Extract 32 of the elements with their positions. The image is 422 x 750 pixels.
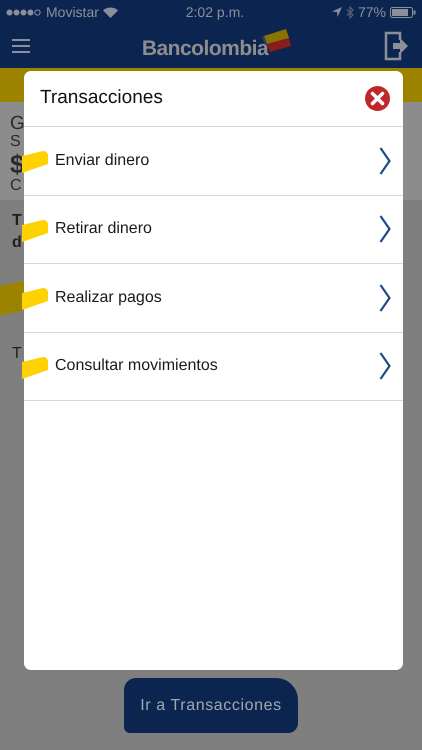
transaction-option[interactable]: Consultar movimientos bbox=[24, 332, 403, 401]
chevron-right-icon bbox=[379, 215, 391, 244]
transaction-option[interactable]: Enviar dinero bbox=[24, 127, 403, 196]
tag-icon bbox=[22, 288, 48, 310]
go-to-transactions-button[interactable]: Ir a Transacciones bbox=[124, 678, 298, 733]
battery-icon bbox=[390, 6, 416, 18]
close-button[interactable] bbox=[365, 86, 390, 111]
tag-icon bbox=[22, 220, 48, 242]
logout-icon[interactable] bbox=[384, 31, 410, 61]
wifi-icon bbox=[102, 6, 118, 18]
menu-icon[interactable] bbox=[12, 39, 30, 53]
message-text: T bbox=[12, 212, 22, 229]
location-arrow-icon bbox=[332, 7, 342, 17]
bluetooth-icon bbox=[346, 6, 354, 18]
message-text: T bbox=[12, 344, 22, 362]
chevron-right-icon bbox=[379, 352, 391, 380]
tag-icon bbox=[22, 356, 48, 378]
account-text: C bbox=[10, 177, 22, 194]
transaction-option[interactable]: Retirar dinero bbox=[24, 196, 403, 264]
message-text: d bbox=[12, 234, 22, 252]
carrier-name: Movistar bbox=[46, 2, 99, 22]
signal-icon bbox=[6, 8, 42, 16]
account-text: G bbox=[10, 113, 25, 134]
clock-time: 2:02 p.m. bbox=[186, 2, 244, 22]
chevron-right-icon bbox=[379, 284, 391, 312]
chevron-right-icon bbox=[379, 146, 391, 175]
tag-icon bbox=[22, 151, 48, 173]
battery-percent: 77% bbox=[358, 2, 386, 22]
transaction-option[interactable]: Realizar pagos bbox=[24, 264, 403, 332]
dialog-title: Transacciones bbox=[40, 86, 163, 110]
bank-logo-text: Bancolombia bbox=[142, 36, 268, 62]
account-text: S bbox=[10, 132, 21, 150]
